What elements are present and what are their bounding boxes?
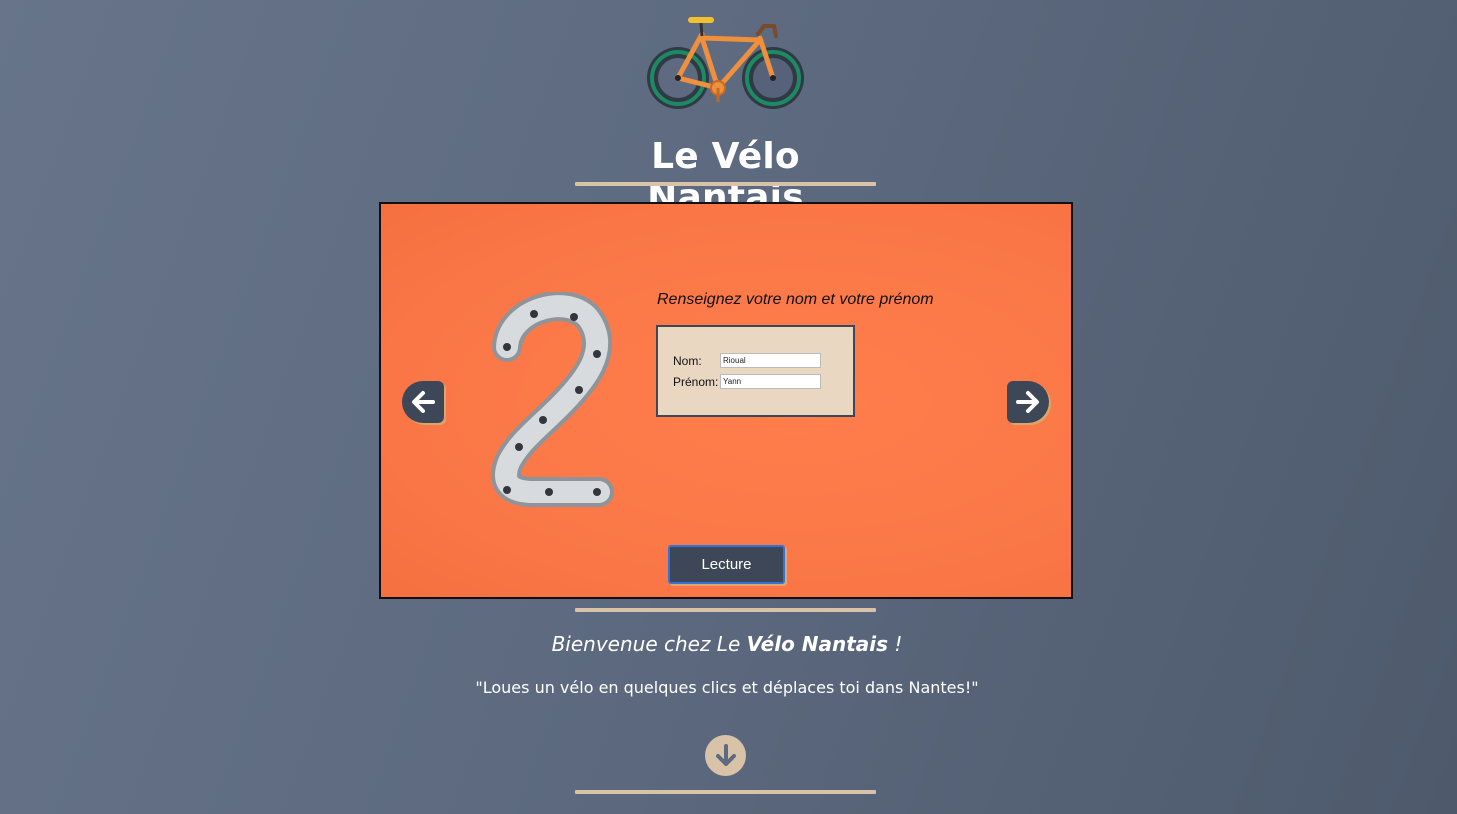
nom-input[interactable]: [720, 353, 821, 368]
slideshow: 2 Renseignez votre nom et votre prénom N…: [379, 202, 1073, 599]
tagline: "Loues un vélo en quelques clics et dépl…: [475, 678, 979, 697]
welcome-brand: Vélo Nantais: [746, 632, 889, 656]
name-form: Nom: Prénom:: [656, 325, 855, 417]
prenom-row: Prénom:: [673, 374, 821, 389]
scroll-down-button[interactable]: [705, 735, 746, 776]
bottom-rule: [575, 790, 876, 794]
arrow-down-icon: [715, 743, 736, 766]
previous-slide-button[interactable]: [402, 381, 444, 423]
chain-number-image: 2: [491, 292, 614, 507]
nom-label: Nom:: [673, 353, 702, 368]
next-slide-button[interactable]: [1007, 381, 1049, 423]
play-button[interactable]: Lecture: [668, 545, 785, 584]
welcome-message: Bienvenue chez Le Vélo Nantais !: [380, 632, 1074, 656]
arrow-right-icon: [1016, 391, 1039, 413]
welcome-prefix: Bienvenue chez Le: [551, 632, 747, 656]
arrow-left-icon: [412, 391, 435, 413]
slide-instruction: Renseignez votre nom et votre prénom: [657, 291, 934, 308]
prenom-input[interactable]: [720, 374, 821, 389]
title-underline: [575, 182, 876, 186]
prenom-label: Prénom:: [673, 374, 719, 389]
welcome-suffix: !: [888, 632, 903, 656]
bicycle-icon: [647, 17, 804, 109]
nom-row: Nom:: [673, 353, 821, 368]
slider-underline: [575, 608, 876, 612]
